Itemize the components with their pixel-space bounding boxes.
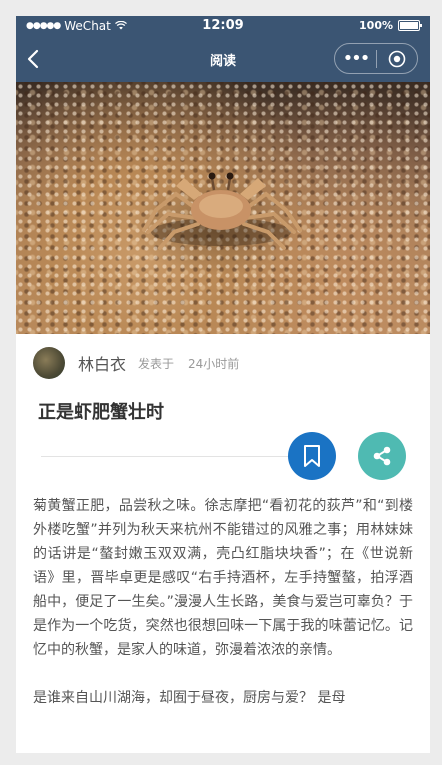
paragraph: 菊黄蟹正肥，品尝秋之味。徐志摩把“看初花的荻芦”和“到楼外楼吃蟹”并列为秋天来杭… (33, 498, 413, 658)
nav-bar: 阅读 ••• (16, 36, 430, 82)
bookmark-button[interactable] (288, 432, 336, 480)
miniprogram-capsule: ••• (334, 43, 418, 74)
cover-image (16, 82, 430, 334)
status-bar: ●●●●● WeChat 12:09 100% (16, 16, 430, 36)
title-divider (41, 456, 291, 457)
more-icon: ••• (342, 47, 371, 69)
post-time: 24小时前 (188, 356, 240, 371)
battery-icon (398, 20, 422, 31)
close-miniprogram-button[interactable] (377, 44, 417, 73)
crab-illustration (142, 172, 302, 250)
article-body: 菊黄蟹正肥，品尝秋之味。徐志摩把“看初花的荻芦”和“到楼外楼吃蟹”并列为秋天来杭… (33, 494, 413, 734)
battery-percent: 100% (359, 19, 393, 32)
share-button[interactable] (358, 432, 406, 480)
author-name[interactable]: 林白衣 (78, 351, 126, 375)
battery-group: 100% (359, 19, 422, 32)
bookmark-icon (304, 445, 320, 467)
author-row: 林白衣 发表于 24小时前 (33, 346, 413, 380)
share-icon (373, 446, 391, 466)
posted-label: 发表于 (138, 356, 175, 371)
article-title: 正是虾肥蟹壮时 (38, 402, 164, 423)
paragraph: 是谁来自山川湖海，却囿于昼夜，厨房与爱？ 是母 (33, 690, 346, 706)
phone-screen: ●●●●● WeChat 12:09 100% 阅读 ••• 林白衣 发表于 2… (16, 16, 430, 753)
target-circle-icon (388, 50, 406, 67)
more-button[interactable]: ••• (335, 44, 376, 73)
avatar[interactable] (33, 347, 65, 379)
